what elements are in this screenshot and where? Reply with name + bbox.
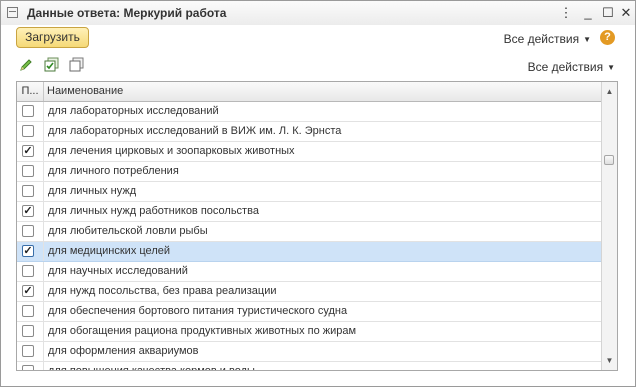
table-row[interactable]: ✓ для медицинских целей [17, 242, 603, 262]
row-name: для нужд посольства, без права реализаци… [48, 285, 277, 297]
row-name: для лечения цирковых и зоопарковых живот… [48, 145, 295, 157]
table-row[interactable]: ✓ для лечения цирковых и зоопарковых живо… [17, 142, 603, 162]
caret-down-icon: ▼ [583, 35, 591, 44]
vertical-scrollbar[interactable]: ▲ ▼ [601, 82, 617, 370]
close-button[interactable]: ✕ [617, 4, 635, 22]
mark-cell [17, 362, 44, 370]
table-body: для лабораторных исследований для лаборат… [17, 102, 603, 371]
all-actions-label: Все действия [503, 32, 580, 46]
minimize-button[interactable]: _ [579, 4, 597, 22]
pencil-icon[interactable] [18, 57, 34, 73]
mark-cell [17, 322, 44, 341]
table-row[interactable]: для личных нужд [17, 182, 603, 202]
mark-cell: ✓ [17, 282, 44, 301]
row-checkbox[interactable]: ✓ [22, 285, 34, 297]
all-actions-menu[interactable]: Все действия ▼ [504, 32, 591, 46]
row-checkbox[interactable] [22, 365, 34, 370]
table-command-bar: Все действия ▼ [1, 55, 635, 77]
column-header-name[interactable]: Наименование [47, 82, 123, 101]
table-row[interactable]: для лабораторных исследований [17, 102, 603, 122]
table-row[interactable]: ✓ для нужд посольства, без права реализац… [17, 282, 603, 302]
window-menu-button[interactable]: ⋮ [557, 4, 575, 22]
row-name: для личных нужд работников посольства [48, 205, 259, 217]
mark-cell [17, 302, 44, 321]
row-name: для лабораторных исследований в ВИЖ им. … [48, 125, 342, 137]
row-checkbox[interactable] [22, 305, 34, 317]
table-row[interactable]: для повышения качества кормов и воды [17, 362, 603, 371]
row-checkbox[interactable]: ✓ [22, 245, 34, 257]
row-checkbox[interactable] [22, 185, 34, 197]
mark-cell: ✓ [17, 202, 44, 221]
row-name: для повышения качества кормов и воды [48, 365, 255, 371]
row-name: для обеспечения бортового питания турист… [48, 305, 348, 317]
table-row[interactable]: для обогащения рациона продуктивных живо… [17, 322, 603, 342]
mark-cell [17, 222, 44, 241]
mark-cell: ✓ [17, 242, 44, 261]
purposes-table[interactable]: П... Наименование для лабораторных иссле… [16, 81, 618, 371]
scroll-down-icon[interactable]: ▼ [602, 353, 617, 368]
mark-cell [17, 262, 44, 281]
row-name: для оформления аквариумов [48, 345, 199, 357]
form-command-bar: Загрузить Все действия ▼ ? [1, 25, 635, 53]
row-name: для медицинских целей [48, 245, 170, 257]
table-row[interactable]: для лабораторных исследований в ВИЖ им. … [17, 122, 603, 142]
mark-cell [17, 122, 44, 141]
caret-down-icon: ▼ [607, 63, 615, 72]
mark-cell: ✓ [17, 142, 44, 161]
table-all-actions-label: Все действия [527, 60, 604, 74]
title-bar[interactable]: Данные ответа: Меркурий работа ⋮ _ ☐ ✕ [1, 1, 635, 26]
table-row[interactable]: для любительской ловли рыбы [17, 222, 603, 242]
row-checkbox[interactable] [22, 345, 34, 357]
window-icon [7, 7, 18, 18]
table-row[interactable]: для оформления аквариумов [17, 342, 603, 362]
table-header: П... Наименование [17, 82, 603, 102]
row-checkbox[interactable] [22, 165, 34, 177]
row-checkbox[interactable]: ✓ [22, 205, 34, 217]
uncheck-all-icon[interactable] [69, 57, 85, 73]
table-row[interactable]: для личного потребления [17, 162, 603, 182]
row-name: для любительской ловли рыбы [48, 225, 208, 237]
scroll-thumb[interactable] [604, 155, 614, 165]
load-button[interactable]: Загрузить [16, 27, 89, 48]
row-checkbox[interactable] [22, 265, 34, 277]
scroll-up-icon[interactable]: ▲ [602, 84, 617, 99]
mark-cell [17, 342, 44, 361]
dialog-window: Данные ответа: Меркурий работа ⋮ _ ☐ ✕ З… [0, 0, 636, 387]
row-checkbox[interactable] [22, 325, 34, 337]
mark-cell [17, 182, 44, 201]
mark-cell [17, 162, 44, 181]
row-name: для личных нужд [48, 185, 137, 197]
table-all-actions-menu[interactable]: Все действия ▼ [528, 60, 615, 74]
window-title: Данные ответа: Меркурий работа [27, 6, 227, 20]
row-name: для лабораторных исследований [48, 105, 219, 117]
row-name: для личного потребления [48, 165, 179, 177]
row-checkbox[interactable] [22, 225, 34, 237]
row-checkbox[interactable] [22, 105, 34, 117]
table-row[interactable]: для научных исследований [17, 262, 603, 282]
row-name: для научных исследований [48, 265, 188, 277]
row-checkbox[interactable] [22, 125, 34, 137]
table-row[interactable]: ✓ для личных нужд работников посольства [17, 202, 603, 222]
help-icon[interactable]: ? [600, 30, 615, 45]
mark-cell [17, 102, 44, 121]
maximize-button[interactable]: ☐ [599, 4, 617, 22]
row-checkbox[interactable]: ✓ [22, 145, 34, 157]
row-name: для обогащения рациона продуктивных живо… [48, 325, 357, 337]
check-all-icon[interactable] [44, 57, 60, 73]
table-row[interactable]: для обеспечения бортового питания турист… [17, 302, 603, 322]
column-header-mark[interactable]: П... [17, 82, 44, 101]
